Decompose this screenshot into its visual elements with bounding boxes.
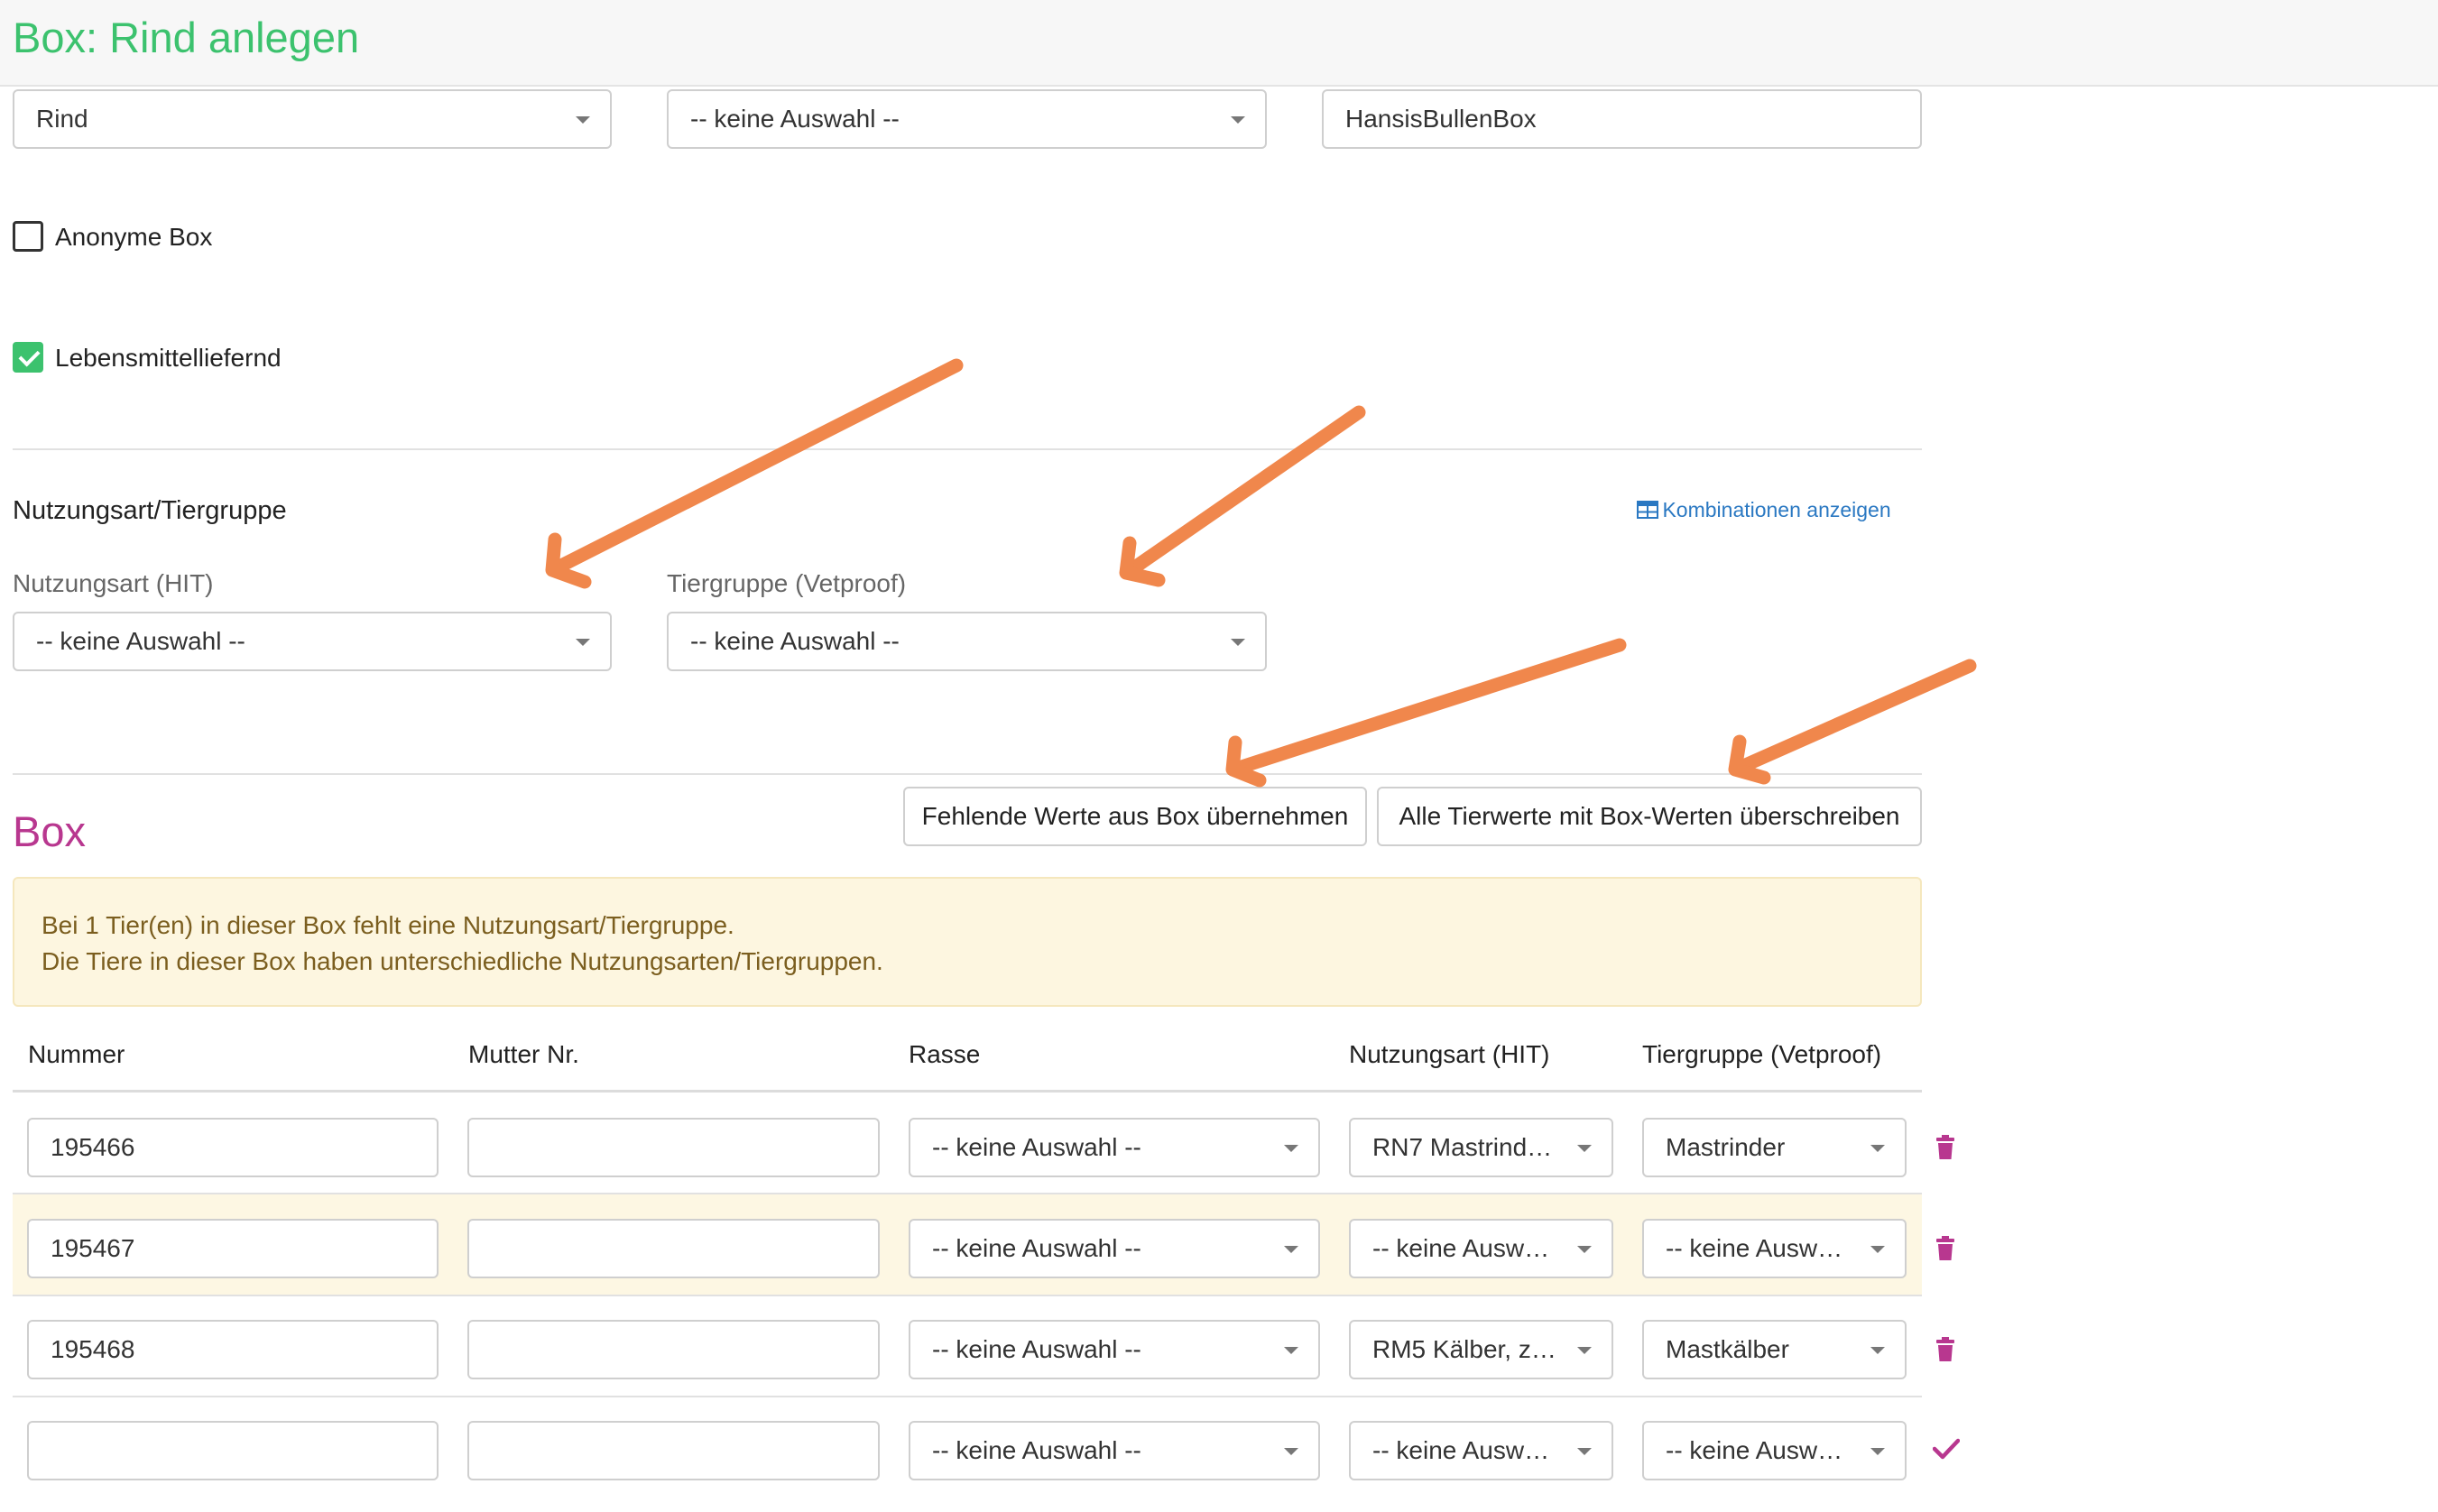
arrow-annotation — [1728, 659, 1977, 785]
arrow-annotation — [545, 358, 964, 589]
annotation-arrows — [545, 358, 1977, 788]
arrow-annotation — [1119, 405, 1366, 587]
arrow-annotation — [1225, 638, 1627, 788]
